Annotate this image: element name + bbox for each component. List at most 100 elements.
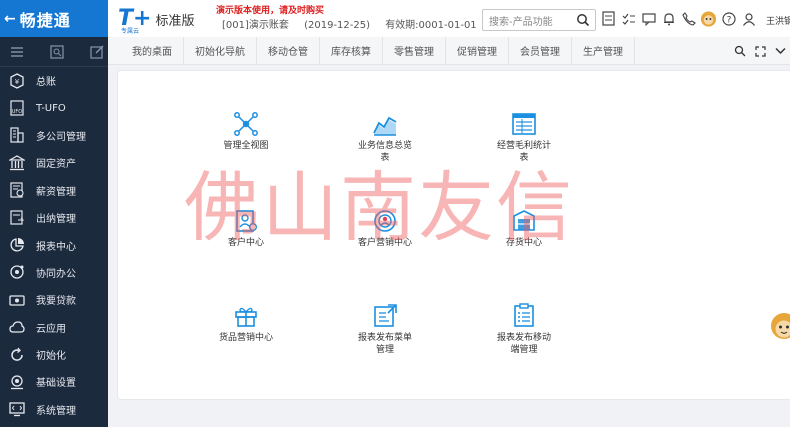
func-label: 报表发布菜单管理 — [357, 333, 412, 355]
search-input[interactable] — [483, 12, 573, 33]
cloud-icon — [8, 318, 26, 336]
tab-init-navigation[interactable]: 初始化导航 — [184, 36, 257, 65]
product-edition: 标准版 — [155, 13, 195, 29]
tab-my-desktop[interactable]: 我的桌面 — [108, 36, 184, 65]
tab-inventory-accounting[interactable]: 库存核算 — [320, 36, 383, 65]
message-icon[interactable] — [640, 10, 657, 27]
mobile-report-icon — [514, 303, 534, 327]
assistant-mascot-icon[interactable] — [770, 312, 790, 346]
func-inventory-center[interactable]: 存货中心 — [469, 208, 579, 249]
back-arrow-icon[interactable]: ← — [4, 11, 16, 27]
sidebar-item-multi-company[interactable]: 多公司管理 — [0, 122, 108, 149]
report-publish-icon — [374, 304, 397, 327]
sidebar-item-label: 我要贷款 — [36, 296, 76, 308]
sidebar-item-salary[interactable]: 薪资管理 — [0, 177, 108, 204]
salary-icon — [8, 181, 26, 199]
sidebar-item-initialization[interactable]: 初始化 — [0, 341, 108, 368]
sidebar-item-fixed-assets[interactable]: 固定资产 — [0, 149, 108, 176]
user-name[interactable]: 王洪钢 — [766, 14, 790, 27]
module-tabs: 我的桌面 初始化导航 移动仓管 库存核算 零售管理 促销管理 会员管理 生产管理 — [108, 36, 790, 65]
sidebar-item-label: 云应用 — [36, 323, 66, 335]
sidebar-item-label: 报表中心 — [36, 241, 76, 253]
user-icon[interactable] — [740, 10, 757, 27]
refresh-icon — [8, 346, 26, 364]
search-icon[interactable] — [576, 13, 590, 27]
inventory-icon — [513, 210, 535, 231]
account-info: [001]演示账套 (2019-12-25) 有效期:0001-01-01 — [222, 16, 489, 31]
gift-icon — [235, 307, 257, 327]
func-label: 客户营销中心 — [357, 238, 412, 248]
sidebar-toolbar — [0, 37, 108, 67]
func-customer-center[interactable]: 客户中心 — [191, 208, 301, 249]
sidebar-edit-icon[interactable] — [90, 45, 104, 59]
func-label: 经营毛利统计表 — [496, 141, 551, 163]
sidebar-item-label: 协同办公 — [36, 268, 76, 280]
product-logo-sub: 专属云 — [121, 28, 140, 35]
sidebar-item-label: 系统管理 — [36, 405, 76, 417]
sidebar-item-t-ufo[interactable]: UFO T-UFO — [0, 94, 108, 121]
sidebar-item-report-center[interactable]: 报表中心 — [0, 231, 108, 258]
tab-search-icon[interactable] — [730, 37, 750, 65]
func-report-publish-menu[interactable]: 报表发布菜单管理 — [330, 303, 440, 356]
customer-icon — [236, 210, 258, 232]
calculator-icon[interactable] — [600, 10, 617, 27]
svg-text:?: ? — [726, 15, 731, 25]
func-label: 报表发布移动端管理 — [496, 333, 551, 355]
sidebar-item-label: 总账 — [36, 77, 56, 89]
sidebar-search-icon[interactable] — [50, 44, 64, 59]
sidebar-item-label: 初始化 — [36, 351, 66, 363]
sidebar: ¥ 总账 UFO T-UFO 多公司管理 固定资产 薪资管理 出纳管理 报表中心… — [0, 37, 108, 427]
checklist-icon[interactable] — [620, 10, 637, 27]
func-management-overview[interactable]: 管理全视图 — [191, 111, 301, 152]
chart-area-icon — [373, 116, 397, 136]
help-icon[interactable]: ? — [720, 10, 737, 27]
tab-mobile-warehouse[interactable]: 移动仓管 — [257, 36, 320, 65]
tab-membership[interactable]: 会员管理 — [509, 36, 572, 65]
phone-icon[interactable] — [680, 10, 697, 27]
pie-chart-icon — [8, 236, 26, 254]
tab-production[interactable]: 生产管理 — [572, 36, 635, 65]
brand-bar[interactable]: ← 畅捷通 — [0, 0, 108, 37]
ufo-icon: UFO — [8, 99, 26, 117]
loan-icon — [8, 291, 26, 309]
toolbar: ? — [600, 10, 760, 27]
sidebar-item-label: 薪资管理 — [36, 186, 76, 198]
bank-icon — [8, 154, 26, 172]
sidebar-item-basic-settings[interactable]: 基础设置 — [0, 368, 108, 395]
func-customer-marketing[interactable]: 客户营销中心 — [330, 208, 440, 249]
func-goods-marketing[interactable]: 货品营销中心 — [191, 303, 301, 344]
product-logo: T+ 专属云 标准版 — [118, 4, 195, 36]
sidebar-item-label: 多公司管理 — [36, 131, 86, 143]
sidebar-item-collaboration[interactable]: 协同办公 — [0, 259, 108, 286]
tab-tools — [730, 37, 790, 65]
func-label: 业务信息总览表 — [357, 141, 412, 163]
fullscreen-icon[interactable] — [750, 37, 770, 65]
account-name[interactable]: [001]演示账套 — [222, 20, 289, 31]
sidebar-item-cloud-apps[interactable]: 云应用 — [0, 314, 108, 341]
mascot-icon[interactable] — [700, 10, 717, 27]
func-label: 管理全视图 — [223, 141, 269, 151]
func-label: 存货中心 — [505, 238, 542, 248]
sidebar-item-label: T-UFO — [36, 102, 66, 114]
tab-promotion[interactable]: 促销管理 — [446, 36, 509, 65]
sidebar-item-cashier[interactable]: 出纳管理 — [0, 204, 108, 231]
network-icon — [234, 112, 258, 136]
func-label: 货品营销中心 — [218, 333, 273, 343]
func-report-publish-mobile[interactable]: 报表发布移动端管理 — [469, 303, 579, 356]
account-date: (2019-12-25) — [304, 20, 370, 31]
account-validity: 有效期:0001-01-01 — [385, 20, 477, 31]
sidebar-item-general-ledger[interactable]: ¥ 总账 — [0, 67, 108, 94]
sidebar-item-loan[interactable]: 我要贷款 — [0, 286, 108, 313]
search-box[interactable] — [482, 9, 596, 33]
sidebar-item-system-management[interactable]: 系统管理 — [0, 396, 108, 423]
bell-icon[interactable] — [660, 10, 677, 27]
demo-notice[interactable]: 演示版本使用，请及时购买 — [216, 3, 324, 16]
ledger-icon: ¥ — [8, 72, 26, 90]
chevron-down-icon[interactable] — [770, 37, 790, 65]
func-business-overview[interactable]: 业务信息总览表 — [330, 111, 440, 164]
desktop-panel: 管理全视图 业务信息总览表 经营毛利统计表 客户中心 客户营销中心 存货中心 货… — [117, 70, 790, 400]
collaboration-icon — [8, 263, 26, 281]
tab-retail[interactable]: 零售管理 — [383, 36, 446, 65]
menu-icon[interactable] — [10, 45, 24, 59]
func-gross-profit-stats[interactable]: 经营毛利统计表 — [469, 111, 579, 164]
